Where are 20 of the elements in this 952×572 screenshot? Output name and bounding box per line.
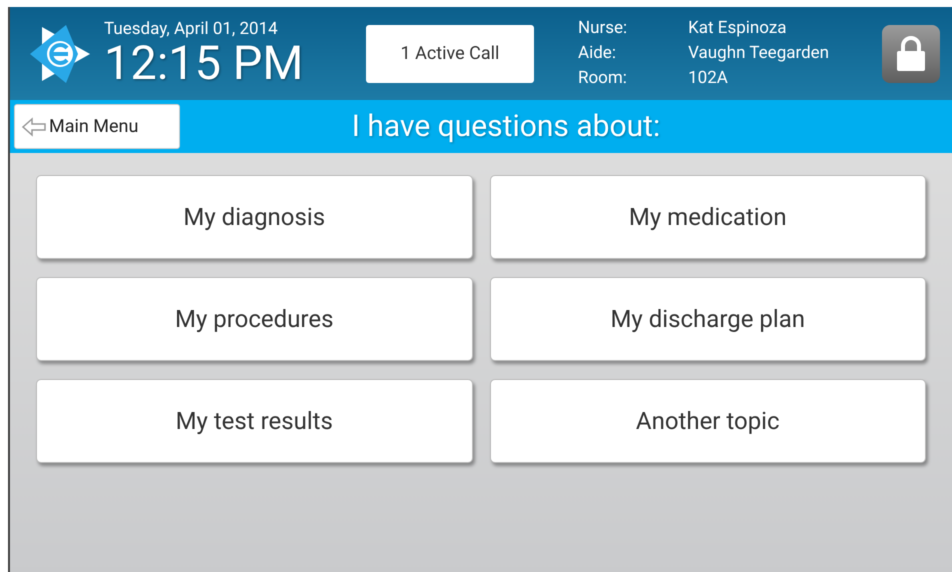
topic-button[interactable]: My diagnosis xyxy=(36,175,472,259)
time: 12:15 PM xyxy=(104,38,304,88)
staff-label: Room: xyxy=(578,67,628,90)
topic-button[interactable]: My discharge plan xyxy=(490,277,926,361)
date: Tuesday, April 01, 2014 xyxy=(104,18,279,38)
topic-button[interactable]: My procedures xyxy=(36,277,472,361)
active-call-button[interactable]: 1 Active Call xyxy=(366,24,534,82)
staff-value: Vaughn Teegarden xyxy=(688,42,830,65)
lock-button[interactable] xyxy=(882,24,940,82)
topic-button[interactable]: My medication xyxy=(490,175,926,259)
main-menu-button[interactable]: Main Menu xyxy=(14,104,180,149)
page-title: I have questions about: xyxy=(350,109,662,144)
lock-icon xyxy=(894,34,928,72)
staff-label: Aide: xyxy=(578,42,617,65)
topic-button[interactable]: My test results xyxy=(36,379,472,463)
staff-label: Nurse: xyxy=(578,17,628,40)
topic-button[interactable]: Another topic xyxy=(490,379,926,463)
staff-value: Kat Espinoza xyxy=(688,17,788,40)
staff-value: 102A xyxy=(688,67,729,90)
back-arrow-icon xyxy=(21,116,47,136)
